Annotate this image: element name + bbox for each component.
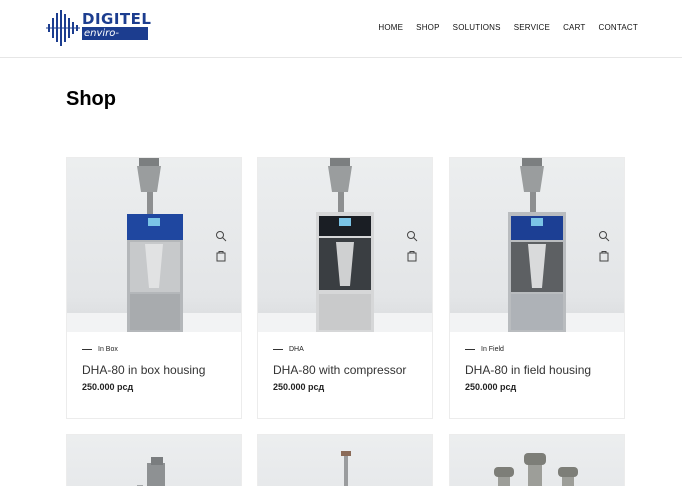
product-card[interactable] <box>66 434 242 486</box>
category-label[interactable]: In Field <box>481 346 504 353</box>
product-card[interactable]: In Box DHA-80 in box housing 250.000 рсд <box>66 157 242 419</box>
magnifier-icon[interactable] <box>406 230 418 242</box>
product-price: 250.000 рсд <box>82 382 134 392</box>
product-card[interactable] <box>257 434 433 486</box>
product-card[interactable]: In Field DHA-80 in field housing 250.000… <box>449 157 625 419</box>
product-category[interactable]: DHA <box>273 346 417 353</box>
product-card[interactable] <box>449 434 625 486</box>
magnifier-icon[interactable] <box>215 230 227 242</box>
page-title: Shop <box>66 88 116 110</box>
main-nav: HOME SHOP SOLUTIONS SERVICE CART CONTACT <box>378 23 638 32</box>
product-info: DHA DHA-80 with compressor 250.000 рсд <box>258 332 432 418</box>
bag-icon[interactable] <box>406 250 418 262</box>
bag-icon[interactable] <box>215 250 227 262</box>
product-name[interactable]: DHA-80 in field housing <box>465 363 609 377</box>
nav-solutions[interactable]: SOLUTIONS <box>453 23 501 32</box>
product-image[interactable] <box>258 158 432 332</box>
product-name[interactable]: DHA-80 in box housing <box>82 363 226 377</box>
product-image[interactable] <box>258 435 432 486</box>
site-header: DIGITEL enviro-sense HOME SHOP SOLUTIONS… <box>0 0 682 58</box>
category-dash <box>82 349 92 350</box>
product-card[interactable]: DHA DHA-80 with compressor 250.000 рсд <box>257 157 433 419</box>
product-price: 250.000 рсд <box>465 382 517 392</box>
category-label[interactable]: DHA <box>289 346 304 353</box>
logo-subtitle: enviro-sense <box>82 27 148 52</box>
product-info: In Field DHA-80 in field housing 250.000… <box>450 332 624 418</box>
nav-home[interactable]: HOME <box>378 23 403 32</box>
product-image[interactable] <box>450 435 624 486</box>
logo[interactable]: DIGITEL enviro-sense <box>46 8 152 52</box>
product-name[interactable]: DHA-80 with compressor <box>273 363 417 377</box>
nav-shop[interactable]: SHOP <box>416 23 439 32</box>
category-label[interactable]: In Box <box>98 346 118 353</box>
nav-contact[interactable]: CONTACT <box>599 23 638 32</box>
product-image[interactable] <box>450 158 624 332</box>
product-category[interactable]: In Box <box>82 346 226 353</box>
nav-cart[interactable]: CART <box>563 23 585 32</box>
logo-text: DIGITEL <box>82 10 152 28</box>
magnifier-icon[interactable] <box>598 230 610 242</box>
product-image[interactable] <box>67 435 241 486</box>
product-price: 250.000 рсд <box>273 382 325 392</box>
product-image[interactable] <box>67 158 241 332</box>
product-category[interactable]: In Field <box>465 346 609 353</box>
logo-icon <box>46 10 80 46</box>
nav-service[interactable]: SERVICE <box>514 23 550 32</box>
bag-icon[interactable] <box>598 250 610 262</box>
category-dash <box>465 349 475 350</box>
product-info: In Box DHA-80 in box housing 250.000 рсд <box>67 332 241 418</box>
category-dash <box>273 349 283 350</box>
